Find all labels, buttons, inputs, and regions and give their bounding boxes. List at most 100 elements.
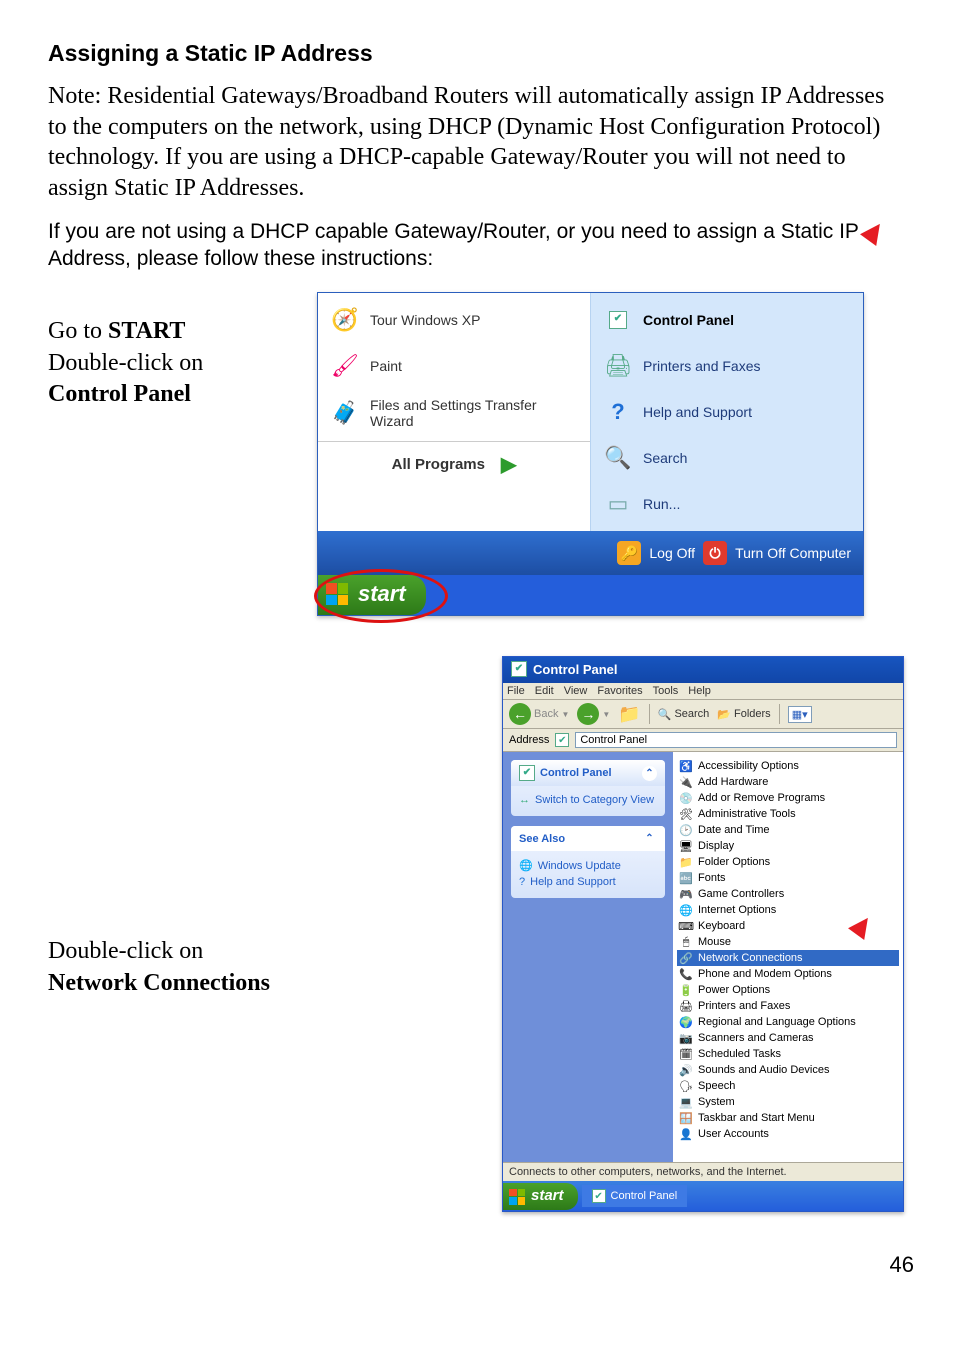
item-icon: 🗣 — [679, 1079, 693, 1093]
printers-icon: 🖨 — [603, 351, 633, 381]
taskbar-btn-label: Control Panel — [611, 1190, 678, 1202]
cp-item-game-controllers[interactable]: 🎮Game Controllers — [677, 886, 899, 902]
menu-edit[interactable]: Edit — [535, 685, 554, 697]
start-item-label: Files and Settings Transfer Wizard — [370, 397, 578, 429]
help-icon: ? — [519, 876, 525, 888]
control-panel-window: Control Panel File Edit View Favorites T… — [502, 656, 904, 1212]
item-icon: 🖥 — [679, 839, 693, 853]
start-label: start — [358, 581, 406, 607]
search-icon: 🔍 — [603, 443, 633, 473]
item-icon: 🖱 — [679, 935, 693, 949]
cp-item-sounds-and-audio-devices[interactable]: 🔊Sounds and Audio Devices — [677, 1062, 899, 1078]
step2-text: Double-click on Network Connections — [48, 656, 488, 998]
taskbar-control-panel-button[interactable]: Control Panel — [582, 1185, 688, 1207]
red-arrow-icon — [852, 916, 872, 936]
cp-item-fonts[interactable]: 🔤Fonts — [677, 870, 899, 886]
cp-item-phone-and-modem-options[interactable]: 📞Phone and Modem Options — [677, 966, 899, 982]
cp-item-user-accounts[interactable]: 👤User Accounts — [677, 1126, 899, 1142]
cp-item-regional-and-language-options[interactable]: 🌍Regional and Language Options — [677, 1014, 899, 1030]
menu-tools[interactable]: Tools — [653, 685, 679, 697]
address-label: Address — [509, 734, 549, 746]
item-label: Network Connections — [698, 952, 803, 964]
cp-item-taskbar-and-start-menu[interactable]: 🪟Taskbar and Start Menu — [677, 1110, 899, 1126]
start-menu-item-fstw[interactable]: 🧳 Files and Settings Transfer Wizard — [318, 389, 590, 437]
menu-favorites[interactable]: Favorites — [597, 685, 642, 697]
toolbar: ← Back ▼ → ▼ 📁 🔍 Search 📂 — [503, 700, 903, 729]
all-programs-button[interactable]: All Programs ▶ — [318, 441, 590, 487]
start-menu: 🧭 Tour Windows XP 🖌 Paint 🧳 Files and Se… — [317, 292, 864, 616]
up-icon: 📁 — [618, 704, 640, 725]
item-label: Sounds and Audio Devices — [698, 1064, 829, 1076]
page-number: 46 — [0, 1232, 954, 1278]
start-menu-item-tour[interactable]: 🧭 Tour Windows XP — [318, 297, 590, 343]
forward-button[interactable]: → ▼ — [577, 703, 610, 725]
control-panel-title-icon — [511, 661, 527, 677]
side-panel-cp-header[interactable]: Control Panel ⌃ — [511, 760, 665, 786]
start-menu-item-help[interactable]: ? Help and Support — [591, 389, 863, 435]
item-label: Date and Time — [698, 824, 770, 836]
cp-item-date-and-time[interactable]: 🕑Date and Time — [677, 822, 899, 838]
up-button[interactable]: 📁 — [618, 704, 640, 725]
start-item-label: Control Panel — [643, 312, 734, 328]
item-icon: 🛠 — [679, 807, 693, 821]
start-item-label: Help and Support — [643, 404, 752, 420]
start-menu-item-control-panel[interactable]: Control Panel — [591, 297, 863, 343]
menu-file[interactable]: File — [507, 685, 525, 697]
start-button[interactable]: start — [318, 575, 863, 615]
menu-help[interactable]: Help — [688, 685, 711, 697]
cp-item-printers-and-faxes[interactable]: 🖨Printers and Faxes — [677, 998, 899, 1014]
item-label: Administrative Tools — [698, 808, 796, 820]
cp-item-administrative-tools[interactable]: 🛠 Administrative Tools — [677, 806, 899, 822]
item-icon: 🎮 — [679, 887, 693, 901]
cp-item-speech[interactable]: 🗣 Speech — [677, 1078, 899, 1094]
menu-view[interactable]: View — [564, 685, 588, 697]
cp-item-add-or-remove-programs[interactable]: 💿Add or Remove Programs — [677, 790, 899, 806]
search-button[interactable]: 🔍 Search — [658, 708, 710, 721]
turnoff-button[interactable]: Turn Off Computer — [735, 545, 851, 561]
folders-button[interactable]: 📂 Folders — [717, 708, 770, 721]
all-programs-label: All Programs — [392, 456, 485, 473]
views-button[interactable]: ▦▾ — [788, 706, 812, 723]
windows-flag-icon — [326, 583, 348, 605]
cp-item-folder-options[interactable]: 📁Folder Options — [677, 854, 899, 870]
cp-item-scheduled-tasks[interactable]: 🗓Scheduled Tasks — [677, 1046, 899, 1062]
windows-update-link[interactable]: 🌐 Windows Update — [519, 857, 657, 874]
turnoff-icon: ⏻ — [703, 541, 727, 565]
dropdown-icon: ▼ — [561, 710, 569, 719]
logoff-button[interactable]: Log Off — [649, 545, 695, 561]
search-icon: 🔍 — [658, 708, 672, 721]
note-paragraph: Note: Residential Gateways/Broadband Rou… — [48, 81, 906, 204]
item-label: Internet Options — [698, 904, 776, 916]
start-item-label: Search — [643, 450, 687, 466]
address-input[interactable]: Control Panel — [575, 732, 897, 748]
cp-item-system[interactable]: 💻System — [677, 1094, 899, 1110]
item-icon: 📷 — [679, 1031, 693, 1045]
item-label: Scheduled Tasks — [698, 1048, 781, 1060]
back-button[interactable]: ← Back ▼ — [509, 703, 569, 725]
start-menu-item-paint[interactable]: 🖌 Paint — [318, 343, 590, 389]
cp-item-scanners-and-cameras[interactable]: 📷Scanners and Cameras — [677, 1030, 899, 1046]
cp-item-network-connections[interactable]: 🔗Network Connections — [677, 950, 899, 966]
page-heading: Assigning a Static IP Address — [48, 40, 906, 67]
start-menu-item-printers[interactable]: 🖨 Printers and Faxes — [591, 343, 863, 389]
item-label: Speech — [698, 1080, 735, 1092]
taskbar-start-button[interactable]: start — [503, 1183, 578, 1210]
titlebar: Control Panel — [503, 657, 903, 683]
side-panel-title: Control Panel — [540, 767, 612, 779]
step2-line1: Double-click on — [48, 938, 203, 964]
start-item-label: Tour Windows XP — [370, 312, 480, 328]
help-support-link[interactable]: ? Help and Support — [519, 874, 657, 890]
item-label: Keyboard — [698, 920, 745, 932]
start-menu-item-run[interactable]: ▭ Run... — [591, 481, 863, 527]
cp-item-display[interactable]: 🖥Display — [677, 838, 899, 854]
cp-item-accessibility-options[interactable]: ♿Accessibility Options — [677, 758, 899, 774]
switch-category-link[interactable]: ↔ Switch to Category View — [519, 792, 657, 808]
side-panel-seealso-header[interactable]: See Also ⌃ — [511, 826, 665, 851]
start-menu-item-search[interactable]: 🔍 Search — [591, 435, 863, 481]
status-bar: Connects to other computers, networks, a… — [503, 1162, 903, 1181]
item-icon: ⌨ — [679, 919, 693, 933]
cp-item-add-hardware[interactable]: 🔌Add Hardware — [677, 774, 899, 790]
address-icon — [555, 733, 569, 747]
cp-item-power-options[interactable]: 🔋Power Options — [677, 982, 899, 998]
right-arrow-icon: ▶ — [501, 452, 516, 477]
